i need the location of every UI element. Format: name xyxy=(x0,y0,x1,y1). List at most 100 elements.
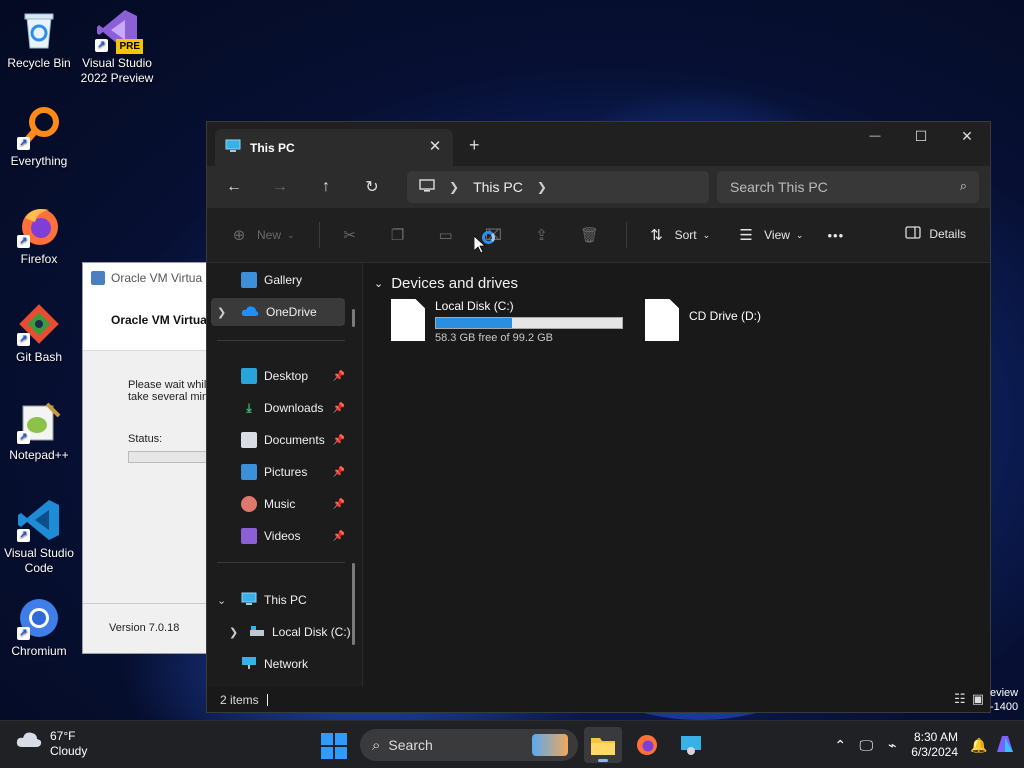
pin-icon[interactable]: 📌 xyxy=(333,499,345,510)
new-tab-button[interactable]: + xyxy=(469,135,480,156)
desktop-icon-notepad-plus-plus[interactable]: ↗ Notepad++ xyxy=(0,400,78,463)
tab-this-pc[interactable]: This PC ✕ xyxy=(215,129,453,166)
drive-cd-d[interactable]: CD Drive (D:) xyxy=(645,299,761,341)
scrollbar-thumb[interactable] xyxy=(352,309,355,327)
desktop-icon-visual-studio-preview[interactable]: PRE ↗ Visual Studio 2022 Preview xyxy=(78,8,156,86)
documents-icon xyxy=(241,432,257,448)
more-options-button[interactable]: ••• xyxy=(827,228,844,243)
sidebar-item-desktop[interactable]: Desktop 📌 xyxy=(211,362,345,390)
chevron-down-icon[interactable]: ⌄ xyxy=(217,594,226,607)
taskbar-installer[interactable] xyxy=(672,727,710,763)
chevron-down-icon: ⌄ xyxy=(287,229,295,240)
sidebar-item-local-disk[interactable]: ❯ Local Disk (C:) xyxy=(211,618,353,646)
desktop-icon-vscode[interactable]: ↗ Visual Studio Code xyxy=(0,498,78,576)
desktop-icon-recycle-bin[interactable]: Recycle Bin xyxy=(0,8,78,71)
clock-date: 6/3/2024 xyxy=(911,745,958,759)
chevron-right-icon[interactable]: ❯ xyxy=(537,180,547,194)
drive-usage-bar xyxy=(435,317,623,329)
address-bar[interactable]: ❯ This PC ❯ xyxy=(407,171,709,203)
sidebar-item-network[interactable]: Network xyxy=(211,650,345,678)
desktop-icon-label: Git Bash xyxy=(15,350,63,364)
tiles-view-icon[interactable]: ▣ xyxy=(972,691,984,707)
sidebar-item-gallery[interactable]: Gallery xyxy=(211,266,345,294)
preview-badge: PRE xyxy=(116,39,143,54)
chevron-down-icon: ⌄ xyxy=(702,229,711,240)
clock[interactable]: 8:30 AM 6/3/2024 xyxy=(911,730,958,760)
up-button[interactable]: ↑ xyxy=(303,178,349,196)
forward-button[interactable]: → xyxy=(257,178,303,196)
installer-title-bar[interactable]: Oracle VM Virtua xyxy=(83,263,216,293)
taskbar-firefox[interactable] xyxy=(628,727,666,763)
refresh-button[interactable]: ↻ xyxy=(349,177,395,197)
taskbar-file-explorer[interactable] xyxy=(584,727,622,763)
tab-close-icon[interactable]: ✕ xyxy=(425,137,445,157)
new-button[interactable]: ⊕ New ⌄ xyxy=(227,226,295,244)
notification-bell-icon[interactable]: 🔔 xyxy=(966,737,992,754)
desktop-icon-firefox[interactable]: ↗ Firefox xyxy=(0,204,78,267)
share-button[interactable]: ⇪ xyxy=(530,226,554,244)
display-icon[interactable]: 🖵 xyxy=(853,737,879,754)
chevron-right-icon[interactable]: ❯ xyxy=(449,180,459,194)
start-button[interactable] xyxy=(321,733,347,759)
sidebar-item-videos[interactable]: Videos 📌 xyxy=(211,522,345,550)
sort-icon: ⇅ xyxy=(650,227,663,244)
drive-icon xyxy=(249,625,265,640)
chevron-right-icon[interactable]: ❯ xyxy=(217,306,226,319)
delete-button[interactable]: 🗑 xyxy=(578,226,602,244)
sidebar-item-downloads[interactable]: ⤓ Downloads 📌 xyxy=(211,394,345,422)
navigation-pane[interactable]: Gallery ❯ OneDrive Desktop 📌 ⤓ Downloads… xyxy=(207,263,363,689)
sidebar-item-music[interactable]: Music 📌 xyxy=(211,490,345,518)
monitor-icon xyxy=(241,592,257,609)
maximize-button[interactable]: ☐ xyxy=(898,122,944,152)
view-button[interactable]: ☰ View ⌄ xyxy=(734,226,803,244)
chevron-up-icon[interactable]: ⌃ xyxy=(827,737,853,754)
pin-icon[interactable]: 📌 xyxy=(333,403,345,414)
details-button[interactable]: Details xyxy=(905,226,966,242)
sidebar-item-documents[interactable]: Documents 📌 xyxy=(211,426,345,454)
tab-bar[interactable]: This PC ✕ + — ☐ ✕ xyxy=(207,122,990,166)
virtualbox-installer-window[interactable]: Oracle VM Virtua Oracle VM Virtua Please… xyxy=(82,262,218,654)
search-input[interactable]: Search This PC ⌕ xyxy=(717,171,979,203)
breadcrumb-this-pc[interactable]: This PC xyxy=(473,179,523,195)
taskbar-search[interactable]: ⌕ Search xyxy=(360,729,578,761)
desktop-icon-everything[interactable]: ↗ Everything xyxy=(0,106,78,169)
installer-icon xyxy=(681,736,701,755)
file-explorer-window[interactable]: This PC ✕ + — ☐ ✕ ← → ↑ ↻ ❯ This PC ❯ Se… xyxy=(206,121,991,713)
sort-button[interactable]: ⇅ Sort ⌄ xyxy=(645,226,711,244)
drive-local-disk-c[interactable]: Local Disk (C:) 58.3 GB free of 99.2 GB xyxy=(391,299,623,344)
pin-icon[interactable]: 📌 xyxy=(333,467,345,478)
scrollbar-thumb[interactable] xyxy=(352,563,355,645)
close-window-button[interactable]: ✕ xyxy=(944,122,990,152)
new-label: New xyxy=(257,228,282,242)
monitor-icon xyxy=(419,178,435,196)
copilot-icon[interactable] xyxy=(992,734,1018,757)
group-header-devices[interactable]: ⌄ Devices and drives xyxy=(374,275,518,292)
desktop-icon-label: Everything xyxy=(10,154,68,168)
content-pane[interactable]: ⌄ Devices and drives Local Disk (C:) 58.… xyxy=(364,263,990,689)
chevron-right-icon[interactable]: ❯ xyxy=(229,626,238,639)
copy-button[interactable]: ❐ xyxy=(386,226,410,244)
network-status-icon[interactable]: ⌁ xyxy=(879,737,905,754)
tab-label: This PC xyxy=(250,140,295,155)
desktop-icon-git-bash[interactable]: ↗ Git Bash xyxy=(0,302,78,365)
search-highlight-icon xyxy=(532,734,568,756)
back-button[interactable]: ← xyxy=(211,178,257,196)
paste-button[interactable]: ▭ xyxy=(434,226,458,244)
desktop-icon-chromium[interactable]: ↗ Chromium xyxy=(0,596,78,659)
minimize-button[interactable]: — xyxy=(852,122,898,152)
details-view-icon[interactable]: ☷ xyxy=(954,691,966,707)
taskbar-search-label: Search xyxy=(388,737,433,753)
sidebar-item-this-pc[interactable]: ⌄ This PC xyxy=(211,586,345,614)
desktop-icon-label: Notepad++ xyxy=(9,448,69,462)
sidebar-item-onedrive[interactable]: ❯ OneDrive xyxy=(211,298,345,326)
pin-icon[interactable]: 📌 xyxy=(333,371,345,382)
pin-icon[interactable]: 📌 xyxy=(333,435,345,446)
weather-widget[interactable]: 67°F Cloudy xyxy=(16,729,87,759)
shortcut-arrow-icon: ↗ xyxy=(17,333,30,346)
cut-button[interactable]: ✂ xyxy=(338,226,362,244)
everything-search-icon: ↗ xyxy=(17,106,61,150)
folder-icon xyxy=(591,738,615,755)
desktop-icon-label: Recycle Bin xyxy=(7,56,71,70)
sidebar-item-pictures[interactable]: Pictures 📌 xyxy=(211,458,345,486)
pin-icon[interactable]: 📌 xyxy=(333,531,345,542)
